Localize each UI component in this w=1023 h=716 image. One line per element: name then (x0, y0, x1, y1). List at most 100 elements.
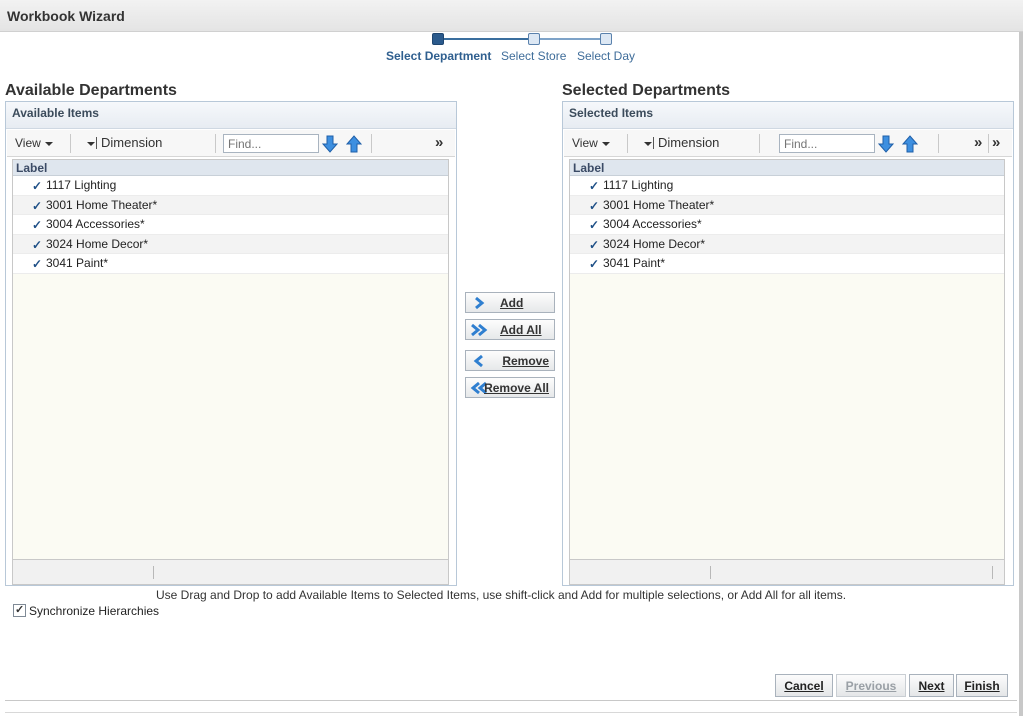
toolbar-overflow-icon[interactable]: » (435, 134, 443, 151)
tree-footer (570, 559, 1004, 584)
item-label: 3041 Paint* (46, 256, 109, 270)
train-label-select-store[interactable]: Select Store (501, 49, 566, 63)
add-all-button[interactable]: Add All (465, 319, 555, 340)
available-find-input[interactable] (223, 134, 319, 153)
available-departments-title: Available Departments (5, 82, 177, 99)
title-bar: Workbook Wizard (0, 0, 1023, 32)
train-stop-select-day[interactable] (600, 33, 612, 45)
toolbar-divider (759, 134, 760, 153)
checkmark-icon: ✓ (589, 198, 600, 213)
available-items-header: Available Items (6, 102, 456, 129)
toolbar-divider (627, 134, 628, 153)
view-label: View (15, 136, 41, 150)
list-item[interactable]: ✓ 3041 Paint* (570, 254, 1004, 274)
item-label: 3024 Home Decor* (46, 236, 149, 251)
toolbar-divider (988, 134, 989, 153)
selected-items-header: Selected Items (563, 102, 1013, 129)
item-label: 3041 Paint* (603, 256, 666, 270)
footer-divider (153, 566, 154, 579)
checkmark-icon: ✓ (589, 257, 600, 271)
synchronize-hierarchies-label: Synchronize Hierarchies (29, 604, 160, 618)
find-previous-arrow-icon[interactable] (901, 135, 919, 153)
next-button[interactable]: Next (909, 674, 954, 697)
finish-label: Finish (964, 678, 1000, 693)
toolbar-overflow-icon[interactable]: » (974, 134, 982, 151)
view-menu[interactable]: View (15, 136, 53, 150)
dimension-label[interactable]: Dimension (101, 135, 162, 150)
find-previous-arrow-icon[interactable] (345, 135, 363, 153)
checkbox-checked-icon[interactable] (13, 603, 26, 617)
list-item[interactable]: ✓ 3004 Accessories* (13, 215, 448, 235)
checkmark-icon: ✓ (32, 218, 43, 232)
item-label: 3004 Accessories* (46, 217, 145, 231)
next-label: Next (918, 678, 945, 693)
add-all-label: Add All (500, 323, 542, 337)
finish-button[interactable]: Finish (956, 674, 1008, 697)
available-items-tree: Label ✓ 1117 Lighting ✓ 3001 Home Theater*… (12, 159, 449, 585)
toolbar-divider (938, 134, 939, 153)
double-chevron-right-icon (471, 323, 488, 337)
list-item[interactable]: ✓ 1117 Lighting (570, 176, 1004, 196)
remove-all-button[interactable]: Remove All (465, 377, 555, 398)
item-label: 1117 Lighting (603, 178, 674, 192)
previous-button: Previous (836, 674, 906, 697)
checkmark-icon: ✓ (32, 237, 43, 252)
list-item[interactable]: ✓ 1117 Lighting (13, 176, 448, 196)
list-item[interactable]: ✓ 3024 Home Decor* (570, 234, 1004, 254)
item-label: 3024 Home Decor* (603, 236, 706, 251)
label-column-header[interactable]: Label (13, 160, 448, 176)
selected-items-tree: Label ✓ 1117 Lighting ✓ 3001 Home Theater*… (569, 159, 1005, 585)
available-items-panel: Available Items View Dimension » Label ✓… (5, 101, 457, 586)
cancel-label: Cancel (784, 678, 824, 693)
checkmark-icon: ✓ (589, 237, 600, 252)
add-button[interactable]: Add (465, 292, 555, 313)
dimension-dropdown-icon[interactable] (87, 142, 95, 146)
train-label-select-day[interactable]: Select Day (577, 49, 635, 63)
divider (5, 700, 1017, 701)
chevron-right-icon (475, 296, 485, 310)
view-menu[interactable]: View (572, 136, 610, 150)
label-column-header[interactable]: Label (570, 160, 1004, 176)
train-stop-select-store[interactable] (528, 33, 540, 45)
remove-button[interactable]: Remove (465, 350, 555, 371)
checkmark-icon: ✓ (32, 179, 43, 193)
selected-toolbar: View Dimension » » (564, 130, 1012, 157)
dimension-label[interactable]: Dimension (658, 135, 719, 150)
find-next-arrow-icon[interactable] (321, 135, 339, 153)
chevron-down-icon (44, 141, 53, 146)
list-item[interactable]: ✓ 3001 Home Theater* (13, 195, 448, 215)
toolbar-divider (215, 134, 216, 153)
list-item[interactable]: ✓ 3004 Accessories* (570, 215, 1004, 235)
find-next-arrow-icon[interactable] (877, 135, 895, 153)
checkmark-icon: ✓ (32, 257, 43, 271)
toolbar-overflow-icon[interactable]: » (992, 134, 1000, 151)
window-edge (1019, 32, 1023, 716)
train-label-select-department[interactable]: Select Department (386, 49, 491, 63)
selected-departments-title: Selected Departments (562, 82, 731, 99)
divider (5, 712, 1017, 713)
item-label: 3004 Accessories* (603, 217, 702, 231)
selected-items-panel: Selected Items View Dimension » » Label … (562, 101, 1014, 586)
cancel-button[interactable]: Cancel (775, 674, 833, 697)
tree-footer (13, 559, 448, 584)
list-item[interactable]: ✓ 3041 Paint* (13, 254, 448, 274)
chevron-down-icon (601, 141, 610, 146)
checkmark-icon: ✓ (32, 198, 43, 213)
train-stop-select-department[interactable] (432, 33, 444, 45)
train-connector (444, 38, 534, 40)
checkmark-icon: ✓ (589, 218, 600, 232)
item-label: 3001 Home Theater* (46, 197, 158, 212)
list-item[interactable]: ✓ 3001 Home Theater* (570, 195, 1004, 215)
toolbar-divider (653, 137, 654, 149)
selected-find-input[interactable] (779, 134, 875, 153)
view-label: View (572, 136, 598, 150)
item-label: 3001 Home Theater* (603, 197, 715, 212)
dimension-dropdown-icon[interactable] (644, 142, 652, 146)
list-item[interactable]: ✓ 3024 Home Decor* (13, 234, 448, 254)
footer-divider (992, 566, 993, 579)
window-title: Workbook Wizard (7, 8, 125, 24)
chevron-left-icon (473, 354, 483, 368)
remove-all-label: Remove All (484, 381, 549, 395)
checkmark-icon: ✓ (589, 179, 600, 193)
item-label: 1117 Lighting (46, 178, 117, 192)
